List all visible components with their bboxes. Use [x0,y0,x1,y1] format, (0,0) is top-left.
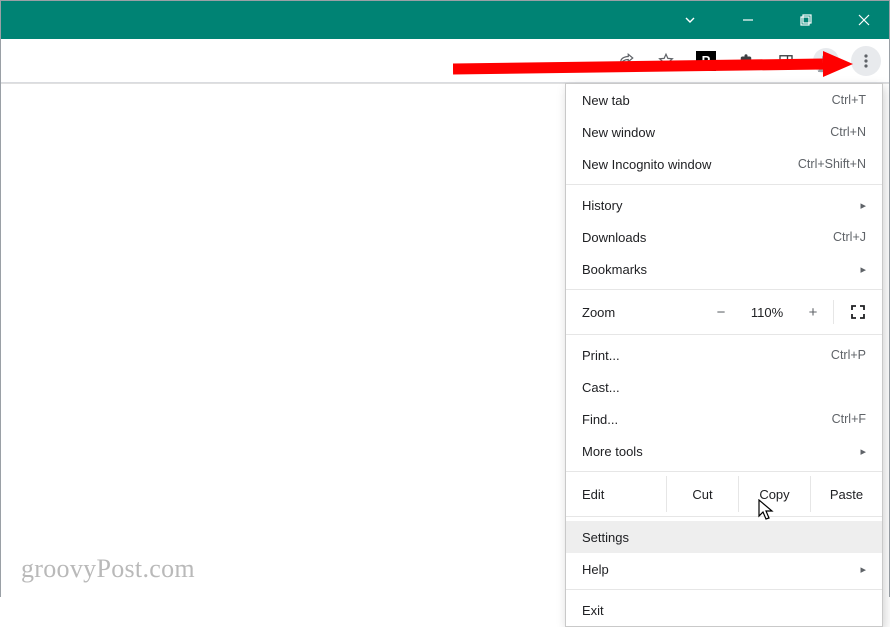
watermark-text: groovyPost.com [21,554,195,584]
menu-settings[interactable]: Settings [566,521,882,553]
menu-downloads[interactable]: Downloads Ctrl+J [566,221,882,253]
fullscreen-button[interactable] [834,304,882,320]
chevron-right-icon: ▸ [856,563,866,576]
profile-avatar[interactable] [811,46,841,76]
window-titlebar [1,1,889,39]
edit-cut-button[interactable]: Cut [666,476,738,512]
reading-list-icon[interactable] [771,46,801,76]
zoom-label: Zoom [582,305,701,320]
menu-history[interactable]: History ▸ [566,189,882,221]
menu-separator [566,334,882,335]
extension-p-icon[interactable]: P [691,46,721,76]
menu-print[interactable]: Print... Ctrl+P [566,339,882,371]
menu-zoom: Zoom − 110% + [566,294,882,330]
menu-separator [566,516,882,517]
chevron-right-icon: ▸ [856,199,866,212]
menu-cast[interactable]: Cast... [566,371,882,403]
menu-find[interactable]: Find... Ctrl+F [566,403,882,435]
menu-new-incognito[interactable]: New Incognito window Ctrl+Shift+N [566,148,882,180]
zoom-out-button[interactable]: − [701,304,741,321]
browser-toolbar: P [1,39,889,83]
menu-edit-row: Edit Cut Copy Paste [566,476,882,512]
menu-separator [566,184,882,185]
menu-separator [566,471,882,472]
menu-more-tools[interactable]: More tools ▸ [566,435,882,467]
menu-help[interactable]: Help ▸ [566,553,882,585]
tab-search-dropdown[interactable] [673,1,707,39]
menu-separator [566,589,882,590]
bookmark-star-icon[interactable] [651,46,681,76]
menu-bookmarks[interactable]: Bookmarks ▸ [566,253,882,285]
chevron-right-icon: ▸ [856,445,866,458]
close-button[interactable] [847,1,881,39]
menu-new-tab[interactable]: New tab Ctrl+T [566,84,882,116]
maximize-button[interactable] [789,1,823,39]
minimize-button[interactable] [731,1,765,39]
more-menu-button[interactable] [851,46,881,76]
menu-exit[interactable]: Exit [566,594,882,626]
zoom-in-button[interactable]: + [793,304,833,321]
menu-separator [566,289,882,290]
chrome-main-menu: New tab Ctrl+T New window Ctrl+N New Inc… [565,83,883,627]
share-icon[interactable] [611,46,641,76]
menu-new-window[interactable]: New window Ctrl+N [566,116,882,148]
zoom-percent: 110% [741,305,793,320]
chevron-right-icon: ▸ [856,263,866,276]
extensions-puzzle-icon[interactable] [731,46,761,76]
edit-copy-button[interactable]: Copy [738,476,810,512]
edit-paste-button[interactable]: Paste [810,476,882,512]
edit-label: Edit [566,476,666,512]
